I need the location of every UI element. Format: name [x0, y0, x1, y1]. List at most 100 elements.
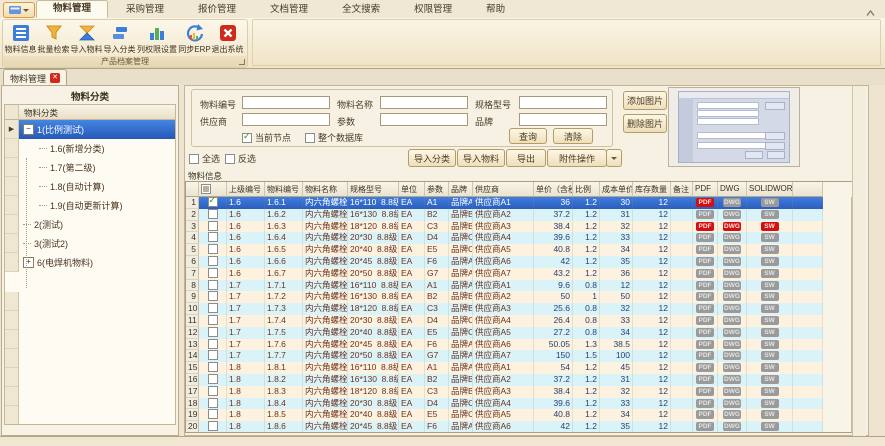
pdf-badge[interactable]: PDF — [696, 316, 714, 325]
clear-button[interactable]: 清除 — [553, 128, 593, 144]
pdf-badge[interactable]: PDF — [696, 222, 714, 231]
row-checkbox-cell[interactable] — [199, 197, 227, 209]
tree-item-1[interactable]: 1.6(新增分类) — [5, 139, 175, 158]
import-category-button[interactable]: 导入分类 — [408, 149, 456, 167]
sw-badge[interactable]: SW — [761, 422, 779, 431]
brand-input[interactable] — [519, 113, 607, 126]
column-header-10[interactable]: 成本单价 — [600, 182, 633, 197]
tab-close-icon[interactable]: ✕ — [50, 73, 60, 83]
filler-column-header[interactable] — [793, 182, 823, 197]
ribbon-button-2[interactable]: 导入物料 — [70, 21, 103, 55]
row-checkbox[interactable] — [208, 303, 218, 313]
dwg-badge[interactable]: DWG — [723, 233, 741, 242]
row-checkbox[interactable] — [208, 374, 218, 384]
sw-badge[interactable]: SW — [761, 351, 779, 360]
table-row[interactable]: 191.81.8.5内六角螺栓520*40 8.8级EAE5品牌C供应商A540… — [186, 409, 865, 421]
sw-badge[interactable]: SW — [761, 198, 779, 207]
row-checkbox[interactable] — [208, 268, 218, 278]
row-checkbox-cell[interactable] — [199, 268, 227, 280]
dwg-badge[interactable]: DWG — [723, 210, 741, 219]
sw-badge[interactable]: SW — [761, 316, 779, 325]
dwg-badge[interactable]: DWG — [723, 340, 741, 349]
column-header-7[interactable]: 供应商 — [473, 182, 534, 197]
pdf-badge[interactable]: PDF — [696, 257, 714, 266]
dwg-badge[interactable]: DWG — [723, 328, 741, 337]
expand-node-icon[interactable]: + — [23, 257, 34, 268]
row-checkbox-cell[interactable] — [199, 232, 227, 244]
pdf-badge[interactable]: PDF — [696, 198, 714, 207]
column-header-15[interactable]: SOLIDWORKS — [747, 182, 793, 197]
sw-badge[interactable]: SW — [761, 328, 779, 337]
row-checkbox-cell[interactable] — [199, 398, 227, 410]
dwg-badge[interactable]: DWG — [723, 363, 741, 372]
sw-badge[interactable]: SW — [761, 375, 779, 384]
dwg-badge[interactable]: DWG — [723, 245, 741, 254]
ribbon-button-4[interactable]: 列权限设置 — [136, 21, 178, 55]
param-input[interactable] — [380, 113, 468, 126]
tree-item-2[interactable]: 1.7(第二级) — [5, 158, 175, 177]
row-checkbox[interactable] — [208, 221, 218, 231]
row-checkbox[interactable] — [208, 362, 218, 372]
table-row[interactable]: 81.71.7.1内六角螺栓116*110 8.8级EAA1品牌A供应商A19.… — [186, 280, 865, 292]
menu-tab-0[interactable]: 物料管理 — [36, 0, 108, 18]
table-row[interactable]: 31.61.6.3内六角螺栓318*120 8.8级EAC3品牌B供应商A338… — [186, 221, 865, 233]
pdf-badge[interactable]: PDF — [696, 399, 714, 408]
column-header-12[interactable]: 备注 — [671, 182, 693, 197]
pdf-badge[interactable]: PDF — [696, 304, 714, 313]
table-row[interactable]: 71.61.6.7内六角螺栓720*50 8.8级EAG7品牌A供应商A743.… — [186, 268, 865, 280]
row-checkbox[interactable] — [208, 398, 218, 408]
row-checkbox[interactable] — [208, 409, 218, 419]
row-checkbox[interactable] — [208, 280, 218, 290]
pdf-badge[interactable]: PDF — [696, 245, 714, 254]
sw-badge[interactable]: SW — [761, 292, 779, 301]
code-input[interactable] — [242, 96, 330, 109]
tree-item-7[interactable]: +6(电焊机物料) — [5, 253, 175, 272]
menu-tab-5[interactable]: 权限管理 — [398, 2, 468, 18]
dwg-badge[interactable]: DWG — [723, 316, 741, 325]
pdf-badge[interactable]: PDF — [696, 328, 714, 337]
row-checkbox-cell[interactable] — [199, 327, 227, 339]
delete-image-button[interactable]: 删除图片 — [623, 114, 667, 133]
menu-tab-4[interactable]: 全文搜索 — [326, 2, 396, 18]
pdf-badge[interactable]: PDF — [696, 410, 714, 419]
row-checkbox-cell[interactable] — [199, 280, 227, 292]
table-row[interactable]: 181.81.8.4内六角螺栓420*30 8.8级EAD4品牌C供应商A439… — [186, 398, 865, 410]
tree-item-5[interactable]: 2(测试) — [5, 215, 175, 234]
pdf-badge[interactable]: PDF — [696, 351, 714, 360]
pdf-badge[interactable]: PDF — [696, 387, 714, 396]
app-menu-button[interactable] — [3, 2, 35, 18]
column-header-11[interactable]: 库存数量 — [633, 182, 671, 197]
sw-badge[interactable]: SW — [761, 222, 779, 231]
dwg-badge[interactable]: DWG — [723, 257, 741, 266]
ribbon-button-3[interactable]: 导入分类 — [103, 21, 136, 55]
table-row[interactable]: 111.71.7.4内六角螺栓420*30 8.8级EAD4品牌C供应商A426… — [186, 315, 865, 327]
query-button[interactable]: 查询 — [509, 128, 547, 144]
sw-badge[interactable]: SW — [761, 257, 779, 266]
row-checkbox-cell[interactable] — [199, 291, 227, 303]
ribbon-button-5[interactable]: 同步ERP — [178, 21, 211, 55]
row-checkbox-cell[interactable] — [199, 386, 227, 398]
pdf-badge[interactable]: PDF — [696, 269, 714, 278]
ribbon-button-1[interactable]: 批量检索 — [37, 21, 70, 55]
name-input[interactable] — [380, 96, 468, 109]
table-row[interactable]: 91.71.7.2内六角螺栓216*130 8.8级EAB2品牌B供应商A250… — [186, 291, 865, 303]
table-row[interactable]: 201.81.8.6内六角螺栓620*45 8.8级EAF6品牌A供应商A642… — [186, 421, 865, 433]
row-checkbox[interactable] — [208, 197, 218, 207]
table-row[interactable]: 21.61.6.2内六角螺栓216*130 8.8级EAB2品牌B供应商A237… — [186, 209, 865, 221]
dwg-badge[interactable]: DWG — [723, 410, 741, 419]
pdf-badge[interactable]: PDF — [696, 422, 714, 431]
row-checkbox[interactable] — [208, 209, 218, 219]
row-checkbox[interactable] — [208, 421, 218, 431]
column-header-0[interactable]: 上级编号 — [227, 182, 265, 197]
attachment-button[interactable]: 附件操作 — [547, 149, 607, 167]
menu-tab-6[interactable]: 帮助 — [470, 2, 521, 18]
table-row[interactable]: 61.61.6.6内六角螺栓620*45 8.8级EAF6品牌A供应商A6421… — [186, 256, 865, 268]
ribbon-button-0[interactable]: 物料信息 — [4, 21, 37, 55]
dwg-badge[interactable]: DWG — [723, 281, 741, 290]
pdf-badge[interactable]: PDF — [696, 340, 714, 349]
pdf-badge[interactable]: PDF — [696, 375, 714, 384]
row-checkbox-cell[interactable] — [199, 315, 227, 327]
dwg-badge[interactable]: DWG — [723, 222, 741, 231]
table-row[interactable]: 141.71.7.7内六角螺栓720*50 8.8级EAG7品牌A供应商A715… — [186, 350, 865, 362]
row-number-header[interactable] — [186, 182, 199, 197]
